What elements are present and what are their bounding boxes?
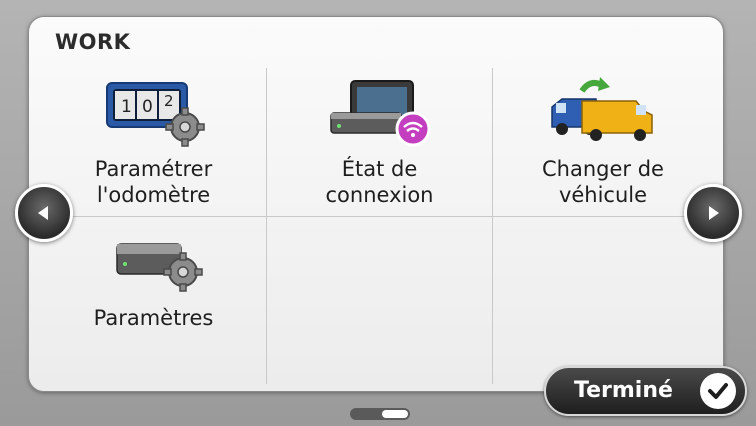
menu-item-change-vehicle[interactable]: Changer de véhicule (493, 68, 713, 217)
device-gear-icon (94, 225, 214, 299)
menu-item-odometer[interactable]: 1 0 2 Paramétrer l'odomètre (41, 68, 267, 217)
menu-item-label: Paramètres (93, 306, 214, 330)
done-button-label: Terminé (574, 378, 673, 403)
svg-text:1: 1 (121, 97, 132, 117)
menu-item-connection-state[interactable]: État de connexion (267, 68, 493, 217)
page-indicator (350, 408, 410, 420)
menu-item-label: État de connexion (325, 157, 434, 207)
triangle-left-icon (38, 206, 48, 220)
triangle-right-icon (709, 206, 719, 220)
vehicle-swap-icon (543, 76, 663, 150)
empty-cell (267, 217, 493, 384)
odometer-gear-icon: 1 0 2 (94, 76, 214, 150)
checkmark-icon (700, 373, 736, 409)
svg-text:0: 0 (142, 97, 153, 117)
next-page-button[interactable] (684, 184, 742, 242)
menu-grid: 1 0 2 Paramétrer l'odomètre État de conn… (41, 68, 713, 384)
svg-text:2: 2 (164, 92, 174, 110)
previous-page-button[interactable] (15, 184, 73, 242)
device-wifi-icon (320, 76, 440, 150)
menu-item-label: Paramétrer l'odomètre (94, 157, 213, 207)
page-indicator-current (382, 410, 408, 418)
panel-title: WORK (55, 30, 131, 54)
done-button[interactable]: Terminé (544, 366, 747, 416)
menu-item-label: Changer de véhicule (542, 157, 664, 207)
empty-cell (493, 217, 713, 384)
menu-item-settings[interactable]: Paramètres (41, 217, 267, 384)
menu-panel: WORK 1 0 2 Paramétrer l'odomètre État de… (28, 16, 724, 392)
